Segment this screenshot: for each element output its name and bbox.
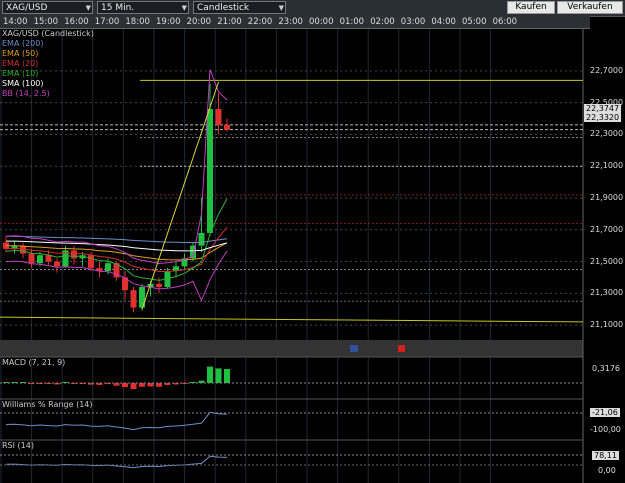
candle-body xyxy=(215,109,222,125)
price-label: 21,5000 xyxy=(590,256,624,266)
candle-body xyxy=(37,255,43,264)
macd-value: 0,3176 xyxy=(592,364,620,373)
legend-item: SMA (100) xyxy=(2,79,44,88)
price-tag-bid: 22,3747 xyxy=(584,104,622,113)
legend-item: XAG/USD (Candlestick) xyxy=(2,29,94,38)
price-label: 21,7000 xyxy=(590,224,624,234)
rsi-line xyxy=(5,455,228,469)
price-label: 22,7000 xyxy=(590,65,624,75)
candle-body xyxy=(71,250,77,259)
macd-title: MACD (7, 21, 9) xyxy=(2,358,66,367)
candle-body xyxy=(105,263,111,272)
candle-body xyxy=(224,124,230,130)
candle-body xyxy=(45,255,52,262)
candle-body xyxy=(28,253,35,264)
candle-body xyxy=(130,290,137,308)
macd-bar xyxy=(207,366,213,383)
candle-body xyxy=(88,255,94,268)
rsi-axis-label: 0,00 xyxy=(598,466,616,475)
price-label: 21,3000 xyxy=(590,288,624,298)
macd-bar xyxy=(139,383,145,387)
macd-bar xyxy=(130,383,137,390)
rsi-title: RSI (14) xyxy=(2,441,34,450)
williams-title: Williams % Range (14) xyxy=(2,400,93,409)
candle-body xyxy=(54,261,60,267)
price-label: 21,9000 xyxy=(590,193,624,202)
support-line xyxy=(0,316,584,323)
legend-item: BB (14, 2.5) xyxy=(2,89,50,98)
williams-axis-label: -100,00 xyxy=(590,425,621,434)
candle-body xyxy=(198,232,205,246)
williams-value: -21,06 xyxy=(590,408,620,417)
rsi-value: 78,11 xyxy=(592,451,619,460)
macd-bar xyxy=(215,368,222,383)
price-tag-ask: 22,3320 xyxy=(584,113,622,122)
price-label: 21,1000 xyxy=(590,320,624,330)
candle-body xyxy=(156,283,162,287)
macd-bar xyxy=(147,383,154,387)
flag-ch-icon xyxy=(398,345,405,352)
legend-item: EMA (200) xyxy=(2,39,44,48)
legend-item: EMA (10) xyxy=(2,69,39,78)
macd-bar xyxy=(156,383,162,387)
event-strip xyxy=(0,340,583,357)
price-label: 22,1000 xyxy=(590,161,624,171)
macd-bar xyxy=(224,368,230,383)
indicator-legend: XAG/USD (Candlestick) EMA (200) EMA (50) EM… xyxy=(2,29,94,99)
candle-body xyxy=(207,109,213,233)
price-label: 22,3000 xyxy=(590,129,624,139)
flag-au-icon xyxy=(350,345,358,352)
macd-bar xyxy=(122,383,128,388)
williams-line xyxy=(5,411,228,431)
legend-item: EMA (50) xyxy=(2,49,39,58)
legend-item: EMA (20) xyxy=(2,59,39,68)
